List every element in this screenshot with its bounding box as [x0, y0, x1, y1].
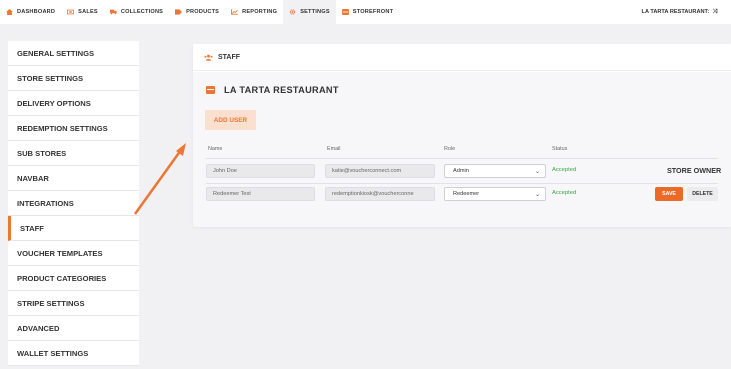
users-icon	[204, 54, 213, 61]
truck-icon	[109, 9, 117, 15]
store-icon	[206, 86, 215, 94]
sidebar-item-advanced[interactable]: ADVANCED	[8, 316, 139, 341]
nav-reporting[interactable]: REPORTING	[225, 0, 283, 24]
name-field[interactable]: John Doe	[206, 164, 315, 178]
nav-sales[interactable]: SALES	[61, 0, 104, 24]
email-field[interactable]: redemptionkiosk@voucherconne	[325, 187, 435, 201]
nav-products[interactable]: PRODUCTS	[169, 0, 225, 24]
home-icon	[6, 9, 13, 15]
chevron-down-icon: ⌄	[534, 192, 540, 198]
role-value: Admin	[453, 168, 469, 174]
email-field[interactable]: katie@voucherconnect.com	[325, 164, 435, 178]
status-text: Accepted	[552, 190, 577, 196]
sidebar-item-product-categories[interactable]: PRODUCT CATEGORIES	[8, 266, 139, 291]
sidebar-item-navbar[interactable]: NAVBAR	[8, 166, 139, 191]
settings-sidebar: GENERAL SETTINGS STORE SETTINGS DELIVERY…	[8, 41, 139, 366]
gear-icon	[289, 9, 296, 15]
sidebar-item-stripe-settings[interactable]: STRIPE SETTINGS	[8, 291, 139, 316]
save-button[interactable]: SAVE	[655, 187, 683, 201]
row-divider	[206, 183, 718, 184]
nav-dashboard-label: DASHBOARD	[17, 9, 56, 15]
shuffle-icon: ⤨	[712, 8, 717, 15]
sidebar-item-integrations[interactable]: INTEGRATIONS	[8, 191, 139, 216]
column-header-status: Status	[552, 146, 568, 152]
nav-products-label: PRODUCTS	[186, 9, 220, 15]
sidebar-item-redemption-settings[interactable]: REDEMPTION SETTINGS	[8, 116, 139, 141]
store-owner-label: STORE OWNER	[667, 166, 722, 175]
staff-card-header: STAFF	[193, 44, 731, 71]
sidebar-item-delivery-options[interactable]: DELIVERY OPTIONS	[8, 91, 139, 116]
chart-icon	[231, 9, 239, 15]
nav-dashboard[interactable]: DASHBOARD	[0, 0, 61, 24]
nav-sales-label: SALES	[78, 9, 98, 15]
top-nav: DASHBOARD SALES COLLECTIONS PRODUCTS REP…	[0, 0, 731, 24]
tag-icon	[175, 9, 183, 15]
nav-collections[interactable]: COLLECTIONS	[104, 0, 169, 24]
delete-button[interactable]: DELETE	[687, 187, 718, 201]
nav-settings-label: SETTINGS	[300, 9, 330, 15]
store-heading: LA TARTA RESTAURANT	[206, 85, 339, 95]
store-switcher[interactable]: LA TARTA RESTAURANT: ⤨	[642, 0, 717, 24]
store-icon	[341, 9, 349, 15]
chevron-down-icon: ⌄	[534, 169, 540, 175]
nav-collections-label: COLLECTIONS	[120, 9, 164, 15]
table-divider	[206, 158, 718, 159]
sidebar-item-general-settings[interactable]: GENERAL SETTINGS	[8, 41, 139, 66]
role-select[interactable]: Admin ⌄	[444, 164, 546, 178]
name-field[interactable]: Redeemer Test	[206, 187, 315, 201]
nav-reporting-label: REPORTING	[242, 9, 278, 15]
sidebar-item-sub-stores[interactable]: SUB STORES	[8, 141, 139, 166]
nav-storefront-label: STOREFRONT	[352, 9, 394, 15]
staff-card-body: LA TARTA RESTAURANT ADD USER Name Email …	[193, 72, 731, 227]
staff-card: STAFF LA TARTA RESTAURANT ADD USER Name …	[193, 44, 731, 227]
column-header-role: Role	[444, 146, 456, 152]
sidebar-item-store-settings[interactable]: STORE SETTINGS	[8, 66, 139, 91]
sales-icon	[67, 9, 75, 15]
brand-label: LA TARTA RESTAURANT:	[641, 9, 710, 15]
sidebar-item-voucher-templates[interactable]: VOUCHER TEMPLATES	[8, 241, 139, 266]
sidebar-item-wallet-settings[interactable]: WALLET SETTINGS	[8, 341, 139, 366]
status-text: Accepted	[552, 167, 577, 173]
staff-title: STAFF	[218, 53, 241, 61]
add-user-button[interactable]: ADD USER	[205, 110, 256, 130]
role-value: Redeemer	[453, 191, 480, 197]
role-select[interactable]: Redeemer ⌄	[444, 187, 546, 201]
store-name: LA TARTA RESTAURANT	[224, 85, 339, 95]
column-header-name: Name	[208, 146, 223, 152]
column-header-email: Email	[327, 146, 341, 152]
nav-settings[interactable]: SETTINGS	[283, 0, 336, 24]
nav-storefront[interactable]: STOREFRONT	[336, 0, 399, 24]
sidebar-item-staff[interactable]: STAFF	[8, 216, 139, 241]
